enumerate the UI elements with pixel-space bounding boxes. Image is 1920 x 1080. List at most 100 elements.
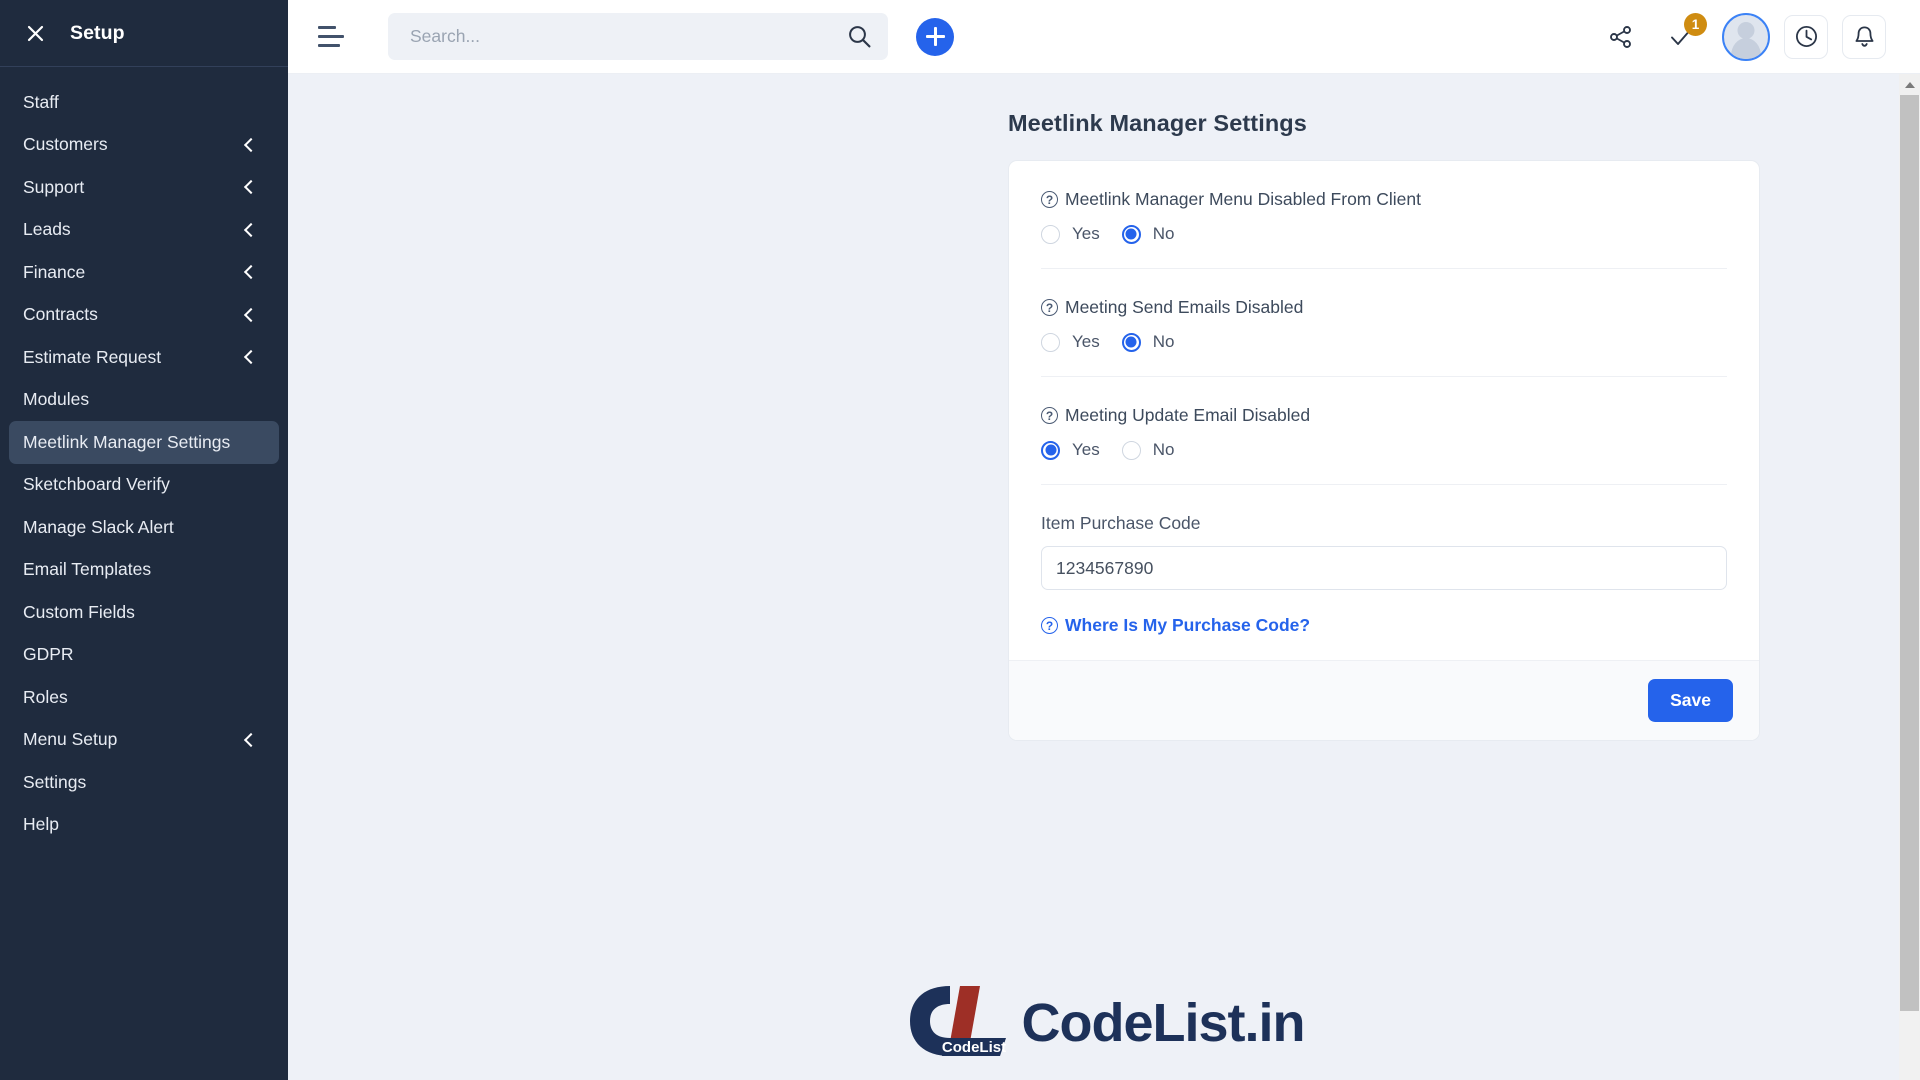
chevron-left-icon[interactable] (242, 180, 256, 194)
sidebar-item-settings[interactable]: Settings (9, 761, 279, 804)
radio-option-no[interactable]: No (1121, 332, 1175, 352)
chevron-left-icon[interactable] (242, 308, 256, 322)
settings-card-body: ? Meetlink Manager Menu Disabled From Cli… (1009, 161, 1759, 660)
tasks-check-icon[interactable]: 1 (1658, 12, 1707, 60)
sidebar-nav: Staff Customers Support Leads Finance Contrac… (0, 67, 288, 846)
radio-option-no[interactable]: No (1121, 224, 1175, 244)
scrollbar-thumb[interactable] (1900, 95, 1919, 1011)
chevron-left-icon[interactable] (242, 733, 256, 747)
radio-group: Yes No (1041, 224, 1727, 244)
chevron-left-icon[interactable] (242, 223, 256, 237)
sidebar-item-label: Staff (23, 91, 59, 112)
sidebar-item-meetlink-manager-settings[interactable]: Meetlink Manager Settings (9, 421, 279, 464)
page-scrollbar[interactable] (1899, 74, 1920, 1080)
sidebar-item-label: Email Templates (23, 559, 152, 580)
tasks-badge: 1 (1684, 12, 1707, 36)
field-label-row: ? Meeting Update Email Disabled (1041, 405, 1727, 426)
chevron-left-icon[interactable] (242, 265, 256, 279)
radio-label: No (1152, 440, 1175, 459)
radio-button[interactable] (1121, 332, 1141, 352)
page-title: Meetlink Manager Settings (1008, 110, 1307, 136)
sidebar-item-support[interactable]: Support (9, 166, 279, 209)
where-is-my-purchase-code-link[interactable]: Where Is My Purchase Code? (1065, 615, 1310, 636)
sidebar-item-leads[interactable]: Leads (9, 209, 279, 252)
content-area: Meetlink Manager Settings ? Meetlink Mana… (288, 74, 1920, 1080)
sidebar-item-label: Settings (23, 771, 87, 792)
radio-group: Yes No (1041, 332, 1727, 352)
sidebar-item-menu-setup[interactable]: Menu Setup (9, 719, 279, 762)
field-label-row: ? Meetlink Manager Menu Disabled From Cli… (1041, 189, 1727, 210)
sidebar-item-email-templates[interactable]: Email Templates (9, 549, 279, 592)
sidebar-item-finance[interactable]: Finance (9, 251, 279, 294)
radio-button[interactable] (1041, 224, 1060, 244)
radio-option-yes[interactable]: Yes (1041, 224, 1100, 244)
radio-label: Yes (1072, 332, 1100, 351)
close-icon[interactable] (22, 20, 48, 46)
sidebar-item-label: Leads (23, 219, 71, 240)
radio-option-yes[interactable]: Yes (1041, 332, 1100, 352)
sidebar-item-sketchboard-verify[interactable]: Sketchboard Verify (9, 464, 279, 507)
form-field-group: ? Meetlink Manager Menu Disabled From Cli… (1041, 161, 1727, 269)
radio-button[interactable] (1121, 224, 1141, 244)
search-box[interactable] (388, 13, 888, 60)
top-bar: 1 (288, 0, 1920, 74)
radio-button[interactable] (1041, 440, 1060, 460)
question-circle-icon[interactable]: ? (1041, 299, 1058, 316)
sidebar-item-roles[interactable]: Roles (9, 676, 279, 719)
sidebar-item-label: Manage Slack Alert (23, 516, 174, 537)
plus-icon (925, 27, 945, 46)
sidebar-item-manage-slack-alert[interactable]: Manage Slack Alert (9, 506, 279, 549)
sidebar-header: Setup (0, 0, 288, 67)
field-label-text: Meeting Send Emails Disabled (1065, 297, 1304, 317)
radio-label: No (1152, 332, 1175, 351)
sidebar-item-help[interactable]: Help (9, 804, 279, 847)
sidebar-item-label: Roles (23, 686, 68, 707)
radio-option-no[interactable]: No (1121, 440, 1175, 460)
sidebar: Setup Staff Customers Support Leads Finance C… (0, 0, 288, 1080)
sidebar-item-label: Menu Setup (23, 729, 118, 750)
save-button[interactable]: Save (1648, 679, 1733, 722)
main-area: 1 Meetlink Manager Settings ?Meetlink Ma… (288, 0, 1920, 1080)
sidebar-item-modules[interactable]: Modules (9, 379, 279, 422)
sidebar-item-gdpr[interactable]: GDPR (9, 634, 279, 677)
scrollbar-track[interactable] (1899, 95, 1920, 1080)
sidebar-item-label: Customers (23, 134, 108, 155)
field-label-row: ? Meeting Send Emails Disabled (1041, 297, 1727, 318)
search-input[interactable] (410, 26, 847, 47)
radio-button[interactable] (1041, 332, 1060, 352)
sidebar-item-custom-fields[interactable]: Custom Fields (9, 591, 279, 634)
share-icon[interactable] (1598, 14, 1644, 60)
radio-label: No (1152, 224, 1175, 243)
radio-button[interactable] (1121, 440, 1141, 460)
sidebar-title: Setup (70, 21, 125, 44)
sidebar-item-label: Finance (23, 261, 86, 282)
sidebar-item-customers[interactable]: Customers (9, 124, 279, 167)
field-label-text: Meeting Update Email Disabled (1065, 405, 1311, 425)
field-label-text: Meetlink Manager Menu Disabled From Clie… (1065, 189, 1421, 209)
question-circle-icon[interactable]: ? (1041, 407, 1058, 424)
chevron-left-icon[interactable] (242, 350, 256, 364)
add-new-button[interactable] (916, 17, 954, 56)
sidebar-item-contracts[interactable]: Contracts (9, 294, 279, 337)
form-field-group: ? Meeting Update Email Disabled Yes No (1041, 377, 1727, 485)
scroll-up-arrow[interactable] (1899, 74, 1920, 95)
sidebar-item-label: Modules (23, 389, 90, 410)
radio-label: Yes (1072, 440, 1100, 459)
radio-option-yes[interactable]: Yes (1041, 440, 1100, 460)
question-circle-icon[interactable]: ? (1041, 617, 1058, 634)
purchase-code-input[interactable] (1041, 546, 1727, 590)
search-icon[interactable] (847, 24, 872, 49)
chevron-left-icon[interactable] (242, 138, 256, 152)
sidebar-item-staff[interactable]: Staff (9, 81, 279, 124)
avatar[interactable] (1722, 12, 1770, 61)
sidebar-item-label: Custom Fields (23, 601, 135, 622)
clock-icon[interactable] (1784, 14, 1828, 59)
sidebar-item-label: Help (23, 814, 59, 835)
bell-icon[interactable] (1842, 14, 1886, 59)
list-toggle-icon[interactable] (318, 25, 344, 48)
sidebar-item-estimate-request[interactable]: Estimate Request (9, 336, 279, 379)
question-circle-icon[interactable]: ? (1041, 191, 1058, 208)
settings-card: ? Meetlink Manager Menu Disabled From Cli… (1008, 160, 1760, 741)
footer-logo: CodeList CodeList.in (288, 980, 1920, 1066)
logo-badge-text: CodeList (941, 1039, 1005, 1056)
